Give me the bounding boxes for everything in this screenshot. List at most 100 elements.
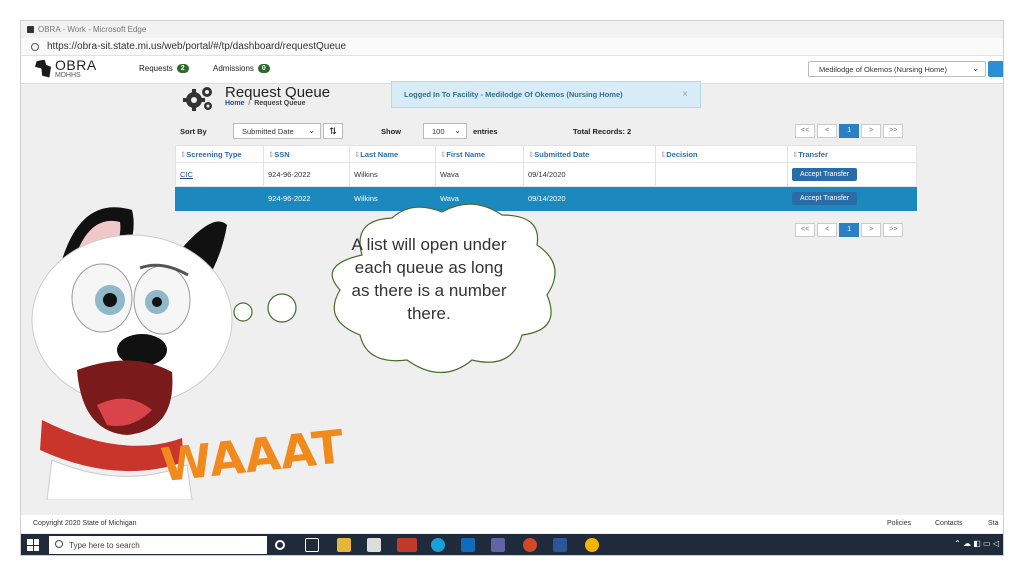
breadcrumb-current: Request Queue [254,100,306,107]
pager-last[interactable]: >> [883,223,904,237]
footer-link-contacts[interactable]: Contacts [935,520,963,527]
file-explorer-icon[interactable] [337,538,351,552]
cell-decision [655,162,788,187]
pager-prev[interactable]: < [817,223,838,237]
pager-page-1[interactable]: 1 [839,223,860,237]
total-records: Total Records: 2 [573,127,631,136]
task-view-icon[interactable] [305,538,319,552]
teams-icon[interactable] [491,538,505,552]
total-records-label: Total Records: [573,127,625,136]
pager-first[interactable]: << [795,223,816,237]
windows-start-icon[interactable] [27,539,39,551]
url-text[interactable]: https://obra-sit.state.mi.us/web/portal/… [47,41,346,52]
close-icon[interactable]: × [682,89,688,100]
logo-subtitle: MDHHS [55,72,81,79]
taskbar-search-placeholder: Type here to search [69,540,140,550]
table-header-row: ⇕Screening Type ⇕SSN ⇕Last Name ⇕First N… [175,145,917,163]
admissions-count-badge: 0 [257,64,270,73]
lock-button[interactable] [988,61,1003,77]
pager-next[interactable]: > [861,223,882,237]
sort-direction-icon[interactable]: ⇅ [323,123,343,139]
screening-type-link[interactable]: CIC [180,170,193,179]
site-info-icon[interactable] [31,42,39,51]
cortana-icon[interactable] [275,540,285,550]
app-icon-red[interactable] [397,538,417,552]
nav-requests[interactable]: Requests 2 [139,64,189,73]
requests-count-badge: 2 [176,64,189,73]
page-size-select[interactable]: 100 ⌄ [423,123,467,139]
entries-label: entries [473,127,498,136]
breadcrumb-home[interactable]: Home [225,100,244,107]
pager-page-1[interactable]: 1 [839,124,860,138]
facility-select[interactable]: Medilodge of Okemos (Nursing Home) ⌄ [808,61,986,77]
toast-message: Logged In To Facility - Medilodge Of Oke… [404,90,623,99]
cell-first-name: Wava [435,162,524,187]
chevron-down-icon: ⌄ [308,126,315,135]
search-icon [55,540,63,548]
sort-by-select[interactable]: Submitted Date ⌄ [233,123,321,139]
outlook-icon[interactable] [461,538,475,552]
page-footer: Copyright 2020 State of Michigan Policie… [21,515,1003,533]
pager-last[interactable]: >> [883,124,904,138]
cell-screening-type[interactable]: CIC [175,162,264,187]
gears-icon [183,87,212,111]
footer-link-truncated[interactable]: Sta [988,520,999,527]
address-bar[interactable]: https://obra-sit.state.mi.us/web/portal/… [21,38,1003,56]
store-icon[interactable] [367,538,381,552]
total-records-value: 2 [627,127,632,136]
col-screening-type[interactable]: ⇕Screening Type [175,145,264,163]
sort-by-label: Sort By [180,127,207,136]
nav-admissions-label: Admissions [213,64,254,73]
col-ssn[interactable]: ⇕SSN [263,145,350,163]
word-icon[interactable] [553,538,567,552]
chrome-icon[interactable] [585,538,599,552]
pager-next[interactable]: > [861,124,882,138]
chevron-down-icon: ⌄ [454,126,461,135]
system-tray[interactable]: ⌃ ☁ ◧ ▭ ◁ [954,539,999,548]
col-transfer[interactable]: ⇕Transfer [787,145,917,163]
facility-select-value: Medilodge of Okemos (Nursing Home) [819,64,947,74]
cell-last-name: Wilkins [349,162,436,187]
table-row[interactable]: CIC 924-96-2022 Wilkins Wava 09/14/2020 … [175,162,917,187]
app-header: OBRA MDHHS Requests 2 Admissions 0 Medil… [21,56,1003,84]
windows-taskbar: Type here to search ⌃ ☁ ◧ ▭ ◁ [21,534,1003,555]
col-submitted-date[interactable]: ⇕Submitted Date [523,145,656,163]
accept-transfer-button[interactable]: Accept Transfer [792,168,858,181]
app-icon [27,26,34,33]
cell-ssn: 924-96-2022 [263,162,350,187]
obra-logo[interactable]: OBRA MDHHS [35,58,97,79]
cell-transfer: Accept Transfer [787,186,917,211]
logo-title: OBRA [55,57,97,73]
browser-title-bar: OBRA - Work - Microsoft Edge [21,21,1003,38]
window-title: OBRA - Work - Microsoft Edge [38,25,147,34]
breadcrumb: Home / Request Queue [225,100,306,107]
col-first-name[interactable]: ⇕First Name [435,145,524,163]
copyright-text: Copyright 2020 State of Michigan [33,520,137,527]
sort-by-value: Submitted Date [242,126,294,136]
pager-prev[interactable]: < [817,124,838,138]
page-title: Request Queue [225,84,331,101]
col-decision[interactable]: ⇕Decision [655,145,788,163]
footer-link-policies[interactable]: Policies [887,520,911,527]
breadcrumb-separator: / [248,100,251,107]
nav-admissions[interactable]: Admissions 0 [213,64,270,73]
show-label: Show [381,127,401,136]
pager-first[interactable]: << [795,124,816,138]
accept-transfer-button[interactable]: Accept Transfer [792,192,858,205]
waaat-text: WAAAT [158,419,347,492]
taskbar-search[interactable]: Type here to search [49,536,267,554]
col-last-name[interactable]: ⇕Last Name [349,145,436,163]
cell-submitted-date: 09/14/2020 [523,162,656,187]
pagination-bottom: << < 1 > >> [795,223,904,237]
chevron-down-icon: ⌄ [972,64,979,73]
page-size-value: 100 [432,126,445,136]
michigan-icon [35,59,51,78]
thought-bubble-text: A list will open under each queue as lon… [351,235,507,323]
edge-icon[interactable] [431,538,445,552]
cell-decision [655,186,788,211]
cell-transfer: Accept Transfer [787,162,917,187]
login-toast: Logged In To Facility - Medilodge Of Oke… [391,81,701,108]
nav-requests-label: Requests [139,64,173,73]
powerpoint-icon[interactable] [523,538,537,552]
pagination-top: << < 1 > >> [795,124,904,138]
